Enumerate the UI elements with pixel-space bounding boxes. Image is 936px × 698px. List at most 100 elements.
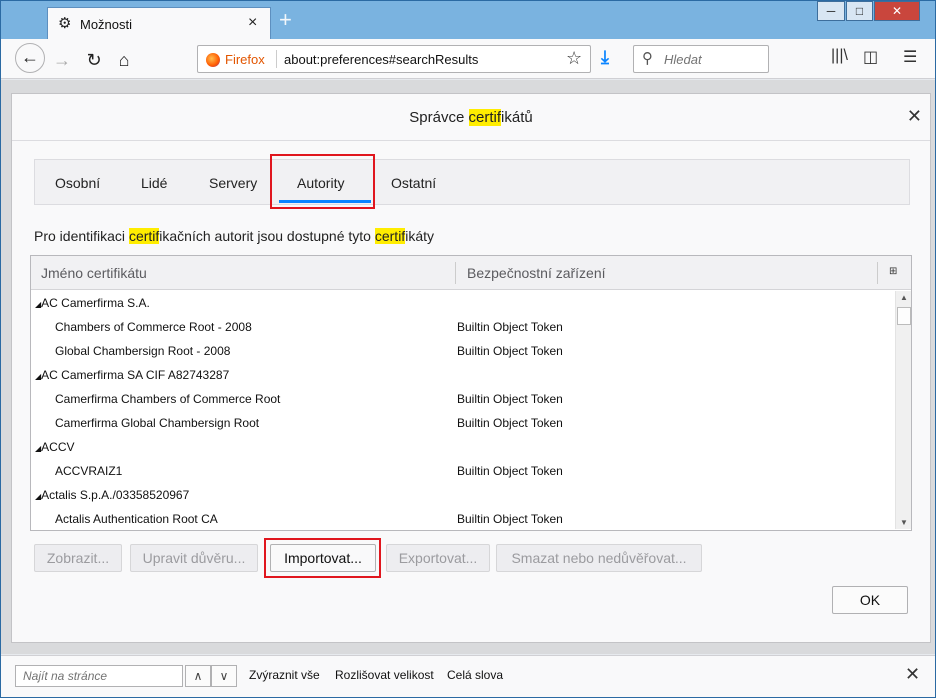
tab-lide[interactable]: Lidé <box>141 175 167 191</box>
find-placeholder: Najít na stránce <box>23 669 108 683</box>
group-label: ◢Actalis S.p.A./03358520967 <box>35 488 189 502</box>
desc-highlight: certif <box>128 228 160 244</box>
sidebar-icon[interactable]: ◫ <box>863 47 878 67</box>
tab-title: Možnosti <box>80 17 133 32</box>
url-text[interactable]: about:preferences#searchResults <box>284 52 478 67</box>
description-text: Pro identifikaci certifikačních autorit … <box>34 228 434 244</box>
export-button-label: Exportovat... <box>398 550 478 566</box>
edit-trust-button-label: Upravit důvěru... <box>142 550 246 566</box>
column-header-device[interactable]: Bezpečnostní zařízení <box>467 265 606 281</box>
view-button-label: Zobrazit... <box>46 550 110 566</box>
tree-row[interactable]: Global Chambersign Root - 2008 Builtin Ob… <box>31 339 893 363</box>
gear-icon: ⚙ <box>58 15 72 32</box>
tree-rows: ◢AC Camerfirma S.A. Chambers of Commerce … <box>31 291 893 529</box>
security-device: Builtin Object Token <box>457 512 563 526</box>
menu-icon[interactable]: ☰ <box>903 47 917 67</box>
home-icon[interactable]: ⌂ <box>111 47 137 73</box>
tab-preferences[interactable]: ⚙ Možnosti × <box>47 7 271 40</box>
url-bar[interactable]: Firefox about:preferences#searchResults … <box>197 45 591 73</box>
certificate-name: Global Chambersign Root - 2008 <box>55 344 231 358</box>
view-button[interactable]: Zobrazit... <box>34 544 122 572</box>
maximize-button[interactable]: □ <box>846 1 873 21</box>
find-input[interactable]: Najít na stránce <box>15 665 183 687</box>
dialog-header: Správce certifikátů ✕ <box>12 94 930 141</box>
delete-distrust-button[interactable]: Smazat nebo nedůvěřovat... <box>496 544 702 572</box>
certificate-name: Camerfirma Global Chambersign Root <box>55 416 260 430</box>
tree-row[interactable]: ACCVRAIZ1 Builtin Object Token <box>31 459 893 483</box>
back-icon[interactable]: ← <box>15 43 45 73</box>
highlight-all-toggle[interactable]: Zvýraznit vše <box>249 668 320 682</box>
tab-osobni[interactable]: Osobní <box>55 175 100 191</box>
tab-ostatni[interactable]: Ostatní <box>391 175 436 191</box>
scroll-thumb[interactable] <box>897 307 911 325</box>
identity-label: Firefox <box>225 52 265 67</box>
security-device: Builtin Object Token <box>457 416 563 430</box>
reload-icon[interactable]: ↻ <box>81 47 107 73</box>
certificate-tree[interactable]: Jméno certifikátu Bezpečnostní zařízení … <box>30 255 912 531</box>
delete-button-label: Smazat nebo nedůvěřovat... <box>511 550 687 566</box>
tree-group-row[interactable]: ◢ACCV <box>31 435 893 459</box>
column-header-name[interactable]: Jméno certifikátu <box>41 265 147 281</box>
title-part: Správce <box>409 109 469 126</box>
nav-bar: ← → ↻ ⌂ Firefox about:preferences#search… <box>1 39 935 79</box>
title-part: ikátů <box>501 109 533 126</box>
edit-trust-button[interactable]: Upravit důvěru... <box>130 544 258 572</box>
find-next-icon[interactable]: ∨ <box>211 665 237 687</box>
dialog-tabs: Osobní Lidé Servery Autority Ostatní <box>34 159 910 205</box>
tree-row[interactable]: Actalis Authentication Root CA Builtin Ob… <box>31 507 893 529</box>
certificate-manager-dialog: Správce certifikátů ✕ Osobní Lidé Server… <box>11 93 931 643</box>
match-case-toggle[interactable]: Rozlišovat velikost <box>335 668 434 682</box>
browser-window: ⚙ Možnosti × + ─ □ ✕ ← → ↻ ⌂ Firefox abo… <box>0 0 936 698</box>
certificate-name: Actalis S.p.A./03358520967 <box>41 488 190 502</box>
tree-row[interactable]: Camerfirma Global Chambersign Root Builti… <box>31 411 893 435</box>
export-button[interactable]: Exportovat... <box>386 544 490 572</box>
certificate-name: ACCV <box>41 440 75 454</box>
group-label: ◢AC Camerfirma SA CIF A82743287 <box>35 368 229 382</box>
certificate-name: Chambers of Commerce Root - 2008 <box>55 320 252 334</box>
certificate-name: Actalis Authentication Root CA <box>55 512 218 526</box>
security-device: Builtin Object Token <box>457 320 563 334</box>
security-device: Builtin Object Token <box>457 344 563 358</box>
search-icon: ⚲ <box>642 50 653 67</box>
close-window-button[interactable]: ✕ <box>874 1 920 21</box>
tree-group-row[interactable]: ◢AC Camerfirma S.A. <box>31 291 893 315</box>
close-find-bar-icon[interactable]: ✕ <box>905 664 920 685</box>
ok-button-label: OK <box>859 592 881 608</box>
certificate-name: AC Camerfirma S.A. <box>41 296 150 310</box>
certificate-name: ACCVRAIZ1 <box>55 464 123 478</box>
tree-group-row[interactable]: ◢AC Camerfirma SA CIF A82743287 <box>31 363 893 387</box>
vertical-scrollbar[interactable]: ▲ ▼ <box>895 291 911 529</box>
library-icon[interactable]: |||\ <box>831 47 848 65</box>
whole-words-toggle[interactable]: Celá slova <box>447 668 503 682</box>
certificate-name: AC Camerfirma SA CIF A82743287 <box>41 368 230 382</box>
ok-button[interactable]: OK <box>832 586 908 614</box>
annotation-box-tab <box>270 154 375 209</box>
find-previous-icon[interactable]: ∧ <box>185 665 211 687</box>
tree-group-row[interactable]: ◢Actalis S.p.A./03358520967 <box>31 483 893 507</box>
security-device: Builtin Object Token <box>457 464 563 478</box>
tab-strip: ⚙ Možnosti × + ─ □ ✕ <box>1 1 935 40</box>
scroll-up-icon[interactable]: ▲ <box>900 293 908 302</box>
scroll-down-icon[interactable]: ▼ <box>900 518 908 527</box>
column-picker-icon[interactable]: ⊞ <box>889 266 897 277</box>
forward-icon[interactable]: → <box>49 47 75 73</box>
tab-servery[interactable]: Servery <box>209 175 257 191</box>
download-icon[interactable]: ⤓ <box>601 47 609 68</box>
minimize-button[interactable]: ─ <box>817 1 845 21</box>
group-label: ◢ACCV <box>35 440 75 454</box>
security-device: Builtin Object Token <box>457 392 563 406</box>
search-placeholder: Hledat <box>664 52 702 67</box>
column-splitter[interactable] <box>455 262 456 284</box>
search-input[interactable]: ⚲ Hledat <box>633 45 769 73</box>
tree-row[interactable]: Camerfirma Chambers of Commerce Root Buil… <box>31 387 893 411</box>
column-splitter[interactable] <box>877 262 878 284</box>
close-tab-icon[interactable]: × <box>248 14 257 32</box>
annotation-box-import <box>264 538 381 578</box>
firefox-icon <box>206 53 220 67</box>
certificate-name: Camerfirma Chambers of Commerce Root <box>55 392 281 406</box>
tree-row[interactable]: Chambers of Commerce Root - 2008 Builtin … <box>31 315 893 339</box>
bookmark-star-icon[interactable]: ☆ <box>566 48 582 69</box>
new-tab-icon[interactable]: + <box>279 7 292 33</box>
close-dialog-icon[interactable]: ✕ <box>907 106 922 127</box>
title-highlight: certif <box>468 109 502 126</box>
